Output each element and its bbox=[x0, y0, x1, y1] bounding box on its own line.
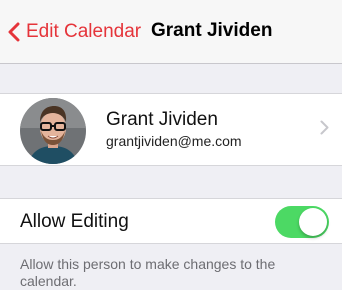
page-title: Grant Jividen bbox=[151, 20, 273, 41]
navigation-bar: Edit Calendar Grant Jividen bbox=[0, 0, 342, 64]
allow-editing-label: Allow Editing bbox=[20, 211, 129, 232]
chevron-right-icon[interactable] bbox=[320, 120, 329, 135]
back-button-label: Edit Calendar bbox=[26, 21, 142, 42]
toggle-knob bbox=[299, 208, 327, 236]
contact-email: grantjividen@me.com bbox=[106, 133, 242, 149]
allow-editing-row: Allow Editing bbox=[0, 198, 342, 244]
allow-editing-toggle[interactable] bbox=[275, 206, 329, 238]
back-button[interactable]: Edit Calendar bbox=[8, 18, 141, 46]
contact-name: Grant Jividen bbox=[106, 109, 218, 130]
allow-editing-description: Allow this person to make changes to the… bbox=[20, 256, 276, 289]
chevron-left-icon bbox=[8, 22, 20, 42]
contact-row[interactable]: Grant Jividen grantjividen@me.com bbox=[0, 93, 342, 166]
avatar bbox=[20, 98, 86, 164]
